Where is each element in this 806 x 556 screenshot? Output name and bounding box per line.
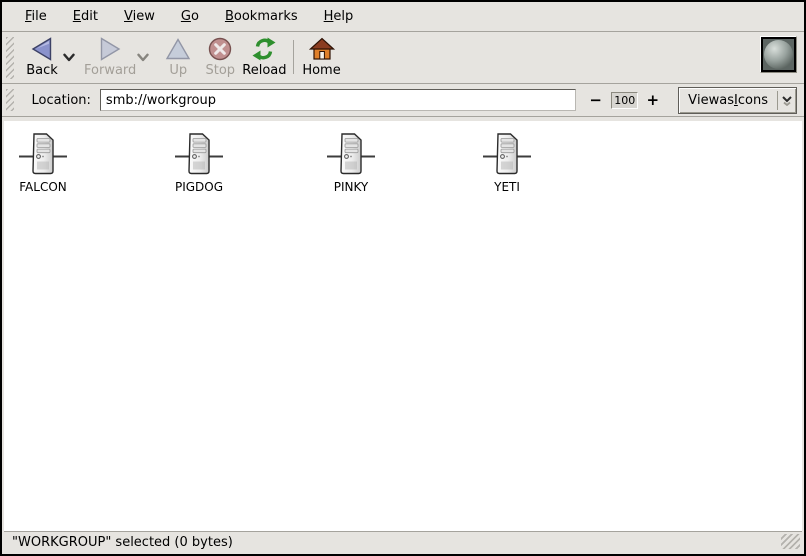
menu-file[interactable]: File: [12, 3, 60, 30]
zoom-out-button[interactable]: −: [585, 92, 606, 108]
locationbar-grip-handle[interactable]: [6, 89, 14, 111]
zoom-in-button[interactable]: +: [642, 92, 663, 108]
home-button[interactable]: Home: [302, 32, 342, 79]
server-item-pigdog[interactable]: PIGDOG: [161, 131, 237, 194]
location-input[interactable]: [100, 89, 577, 111]
chevron-down-icon: [63, 53, 75, 62]
server-label: FALCON: [19, 180, 67, 194]
location-label: Location:: [32, 93, 91, 108]
server-item-yeti[interactable]: YETI: [469, 131, 545, 194]
status-bar: "WORKGROUP" selected (0 bytes): [4, 531, 802, 552]
dropdown-arrows-icon: [778, 88, 796, 113]
file-manager-window: File Edit View Go Bookmarks Help Back Fo…: [0, 0, 806, 556]
stop-button[interactable]: Stop: [200, 32, 240, 79]
toolbar: Back Forward Up: [2, 32, 804, 84]
server-label: YETI: [494, 180, 520, 194]
home-label: Home: [302, 63, 340, 79]
server-icon: [325, 131, 377, 177]
toolbar-grip-handle[interactable]: [6, 37, 14, 79]
server-icon: [173, 131, 225, 177]
server-item-pinky[interactable]: PINKY: [313, 131, 389, 194]
sphere-icon: [764, 40, 793, 69]
toolbar-separator: [293, 40, 294, 74]
stop-icon: [207, 36, 233, 62]
back-button[interactable]: Back: [22, 32, 62, 79]
menu-bookmarks[interactable]: Bookmarks: [212, 3, 311, 30]
forward-label: Forward: [84, 63, 136, 79]
server-icon: [17, 131, 69, 177]
chevron-down-icon: [137, 53, 149, 62]
reload-button[interactable]: Reload: [242, 32, 286, 79]
status-text: "WORKGROUP" selected (0 bytes): [12, 535, 233, 550]
forward-arrow-icon: [97, 36, 123, 62]
icon-view[interactable]: FALCON PIGDOG PINKY YETI: [4, 121, 802, 531]
up-arrow-icon: [165, 36, 191, 62]
back-history-dropdown[interactable]: [62, 53, 76, 62]
reload-label: Reload: [242, 63, 286, 79]
reload-icon: [251, 36, 277, 62]
up-button[interactable]: Up: [158, 32, 198, 79]
throbber-icon: [760, 36, 797, 73]
forward-history-dropdown[interactable]: [136, 53, 150, 62]
back-arrow-icon: [29, 36, 55, 62]
view-as-selector[interactable]: View as Icons: [678, 87, 797, 114]
stop-label: Stop: [206, 63, 236, 79]
back-label: Back: [26, 63, 58, 79]
view-as-label: View as Icons: [679, 88, 777, 113]
menu-go[interactable]: Go: [168, 3, 212, 30]
forward-button[interactable]: Forward: [84, 32, 136, 79]
server-label: PINKY: [334, 180, 369, 194]
server-icon: [481, 131, 533, 177]
resize-grip[interactable]: [781, 534, 800, 549]
menu-edit[interactable]: Edit: [60, 3, 111, 30]
menu-help[interactable]: Help: [311, 3, 367, 30]
up-label: Up: [169, 63, 187, 79]
location-bar: Location: − 100 + View as Icons: [2, 84, 804, 117]
server-label: PIGDOG: [175, 180, 223, 194]
server-item-falcon[interactable]: FALCON: [5, 131, 81, 194]
menu-view[interactable]: View: [111, 3, 168, 30]
zoom-level-indicator: 100: [611, 92, 638, 109]
menubar: File Edit View Go Bookmarks Help: [2, 2, 804, 32]
home-icon: [309, 36, 335, 62]
